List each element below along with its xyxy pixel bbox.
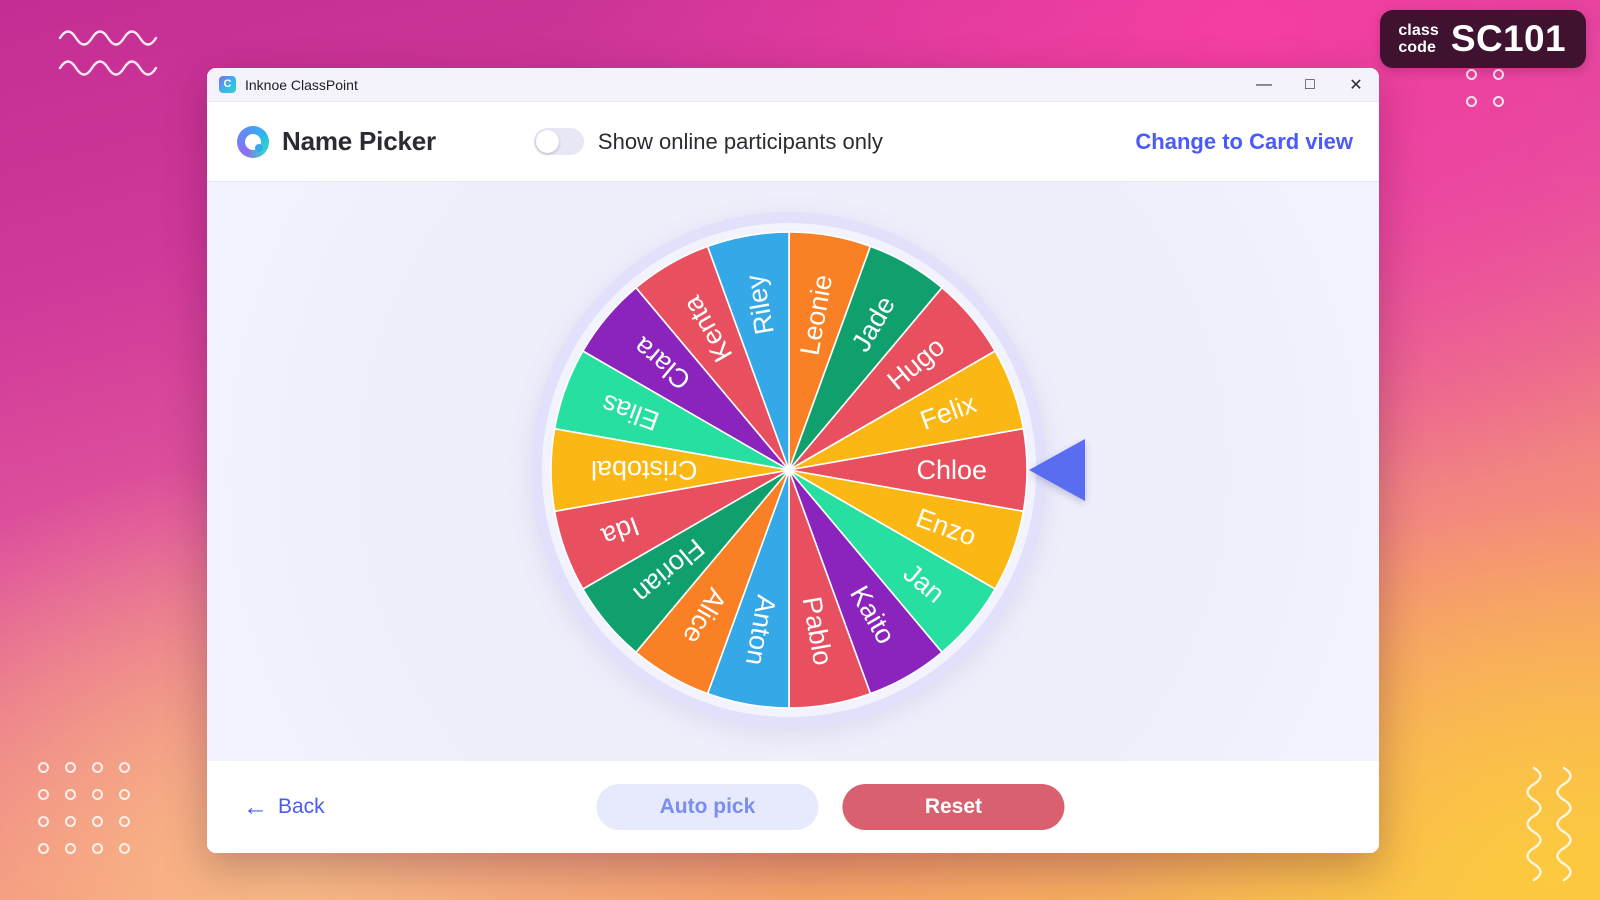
wheel-stage: Leonie Jade Hugo Felix Chloe Enzo Jan Kaito Pabl… [207,182,1379,761]
classpoint-logo-icon: C [219,76,236,93]
wave-decoration-icon [1526,766,1572,882]
class-code-value: SC101 [1450,18,1566,59]
reset-button[interactable]: Reset [842,784,1065,830]
window-title: Inknoe ClassPoint [245,76,358,93]
classpoint-window: C Inknoe ClassPoint — □ ✕ Name Picker Sh… [207,68,1379,853]
class-code-label: class code [1398,21,1439,56]
dot-grid-decoration-icon [38,762,130,854]
footer-bar: ← Back Auto pick Reset [207,761,1379,853]
arrow-left-icon: ← [243,792,268,821]
wheel-pointer-icon [1029,438,1085,501]
wheel-segment-label: Cristobal [591,455,698,485]
online-participants-toggle-group[interactable]: Show online participants only [533,128,883,155]
desktop-background: class code SC101 C Inknoe ClassPoint — □… [0,0,1600,900]
back-button[interactable]: ← Back [243,792,325,821]
change-to-card-view-link[interactable]: Change to Card view [1135,129,1353,155]
footer-actions: Auto pick Reset [596,784,1065,830]
name-picker-header: Name Picker Show online participants onl… [207,102,1379,182]
window-controls: — □ ✕ [1241,68,1379,102]
title-bar[interactable]: C Inknoe ClassPoint — □ ✕ [207,68,1379,102]
wheel-segment-label: Chloe [916,455,987,485]
toggle-knob [535,130,559,153]
wave-decoration-icon [58,30,158,76]
show-online-participants-label: Show online participants only [597,128,883,154]
show-online-participants-toggle[interactable] [533,128,584,155]
class-code-badge: class code SC101 [1380,10,1586,68]
back-button-label: Back [278,795,325,818]
name-picker-wheel[interactable]: Leonie Jade Hugo Felix Chloe Enzo Jan Kaito Pabl… [531,211,1085,728]
minimize-icon[interactable]: — [1241,68,1287,102]
maximize-icon[interactable]: □ [1287,68,1333,102]
wheel-segments[interactable]: Leonie JadeHugoFelixChloeEnzoJanKaitoPabl… [549,230,1029,710]
name-picker-logo-icon [237,125,269,158]
page-title: Name Picker [282,126,436,156]
auto-pick-button[interactable]: Auto pick [596,784,819,830]
close-icon[interactable]: ✕ [1333,68,1379,102]
